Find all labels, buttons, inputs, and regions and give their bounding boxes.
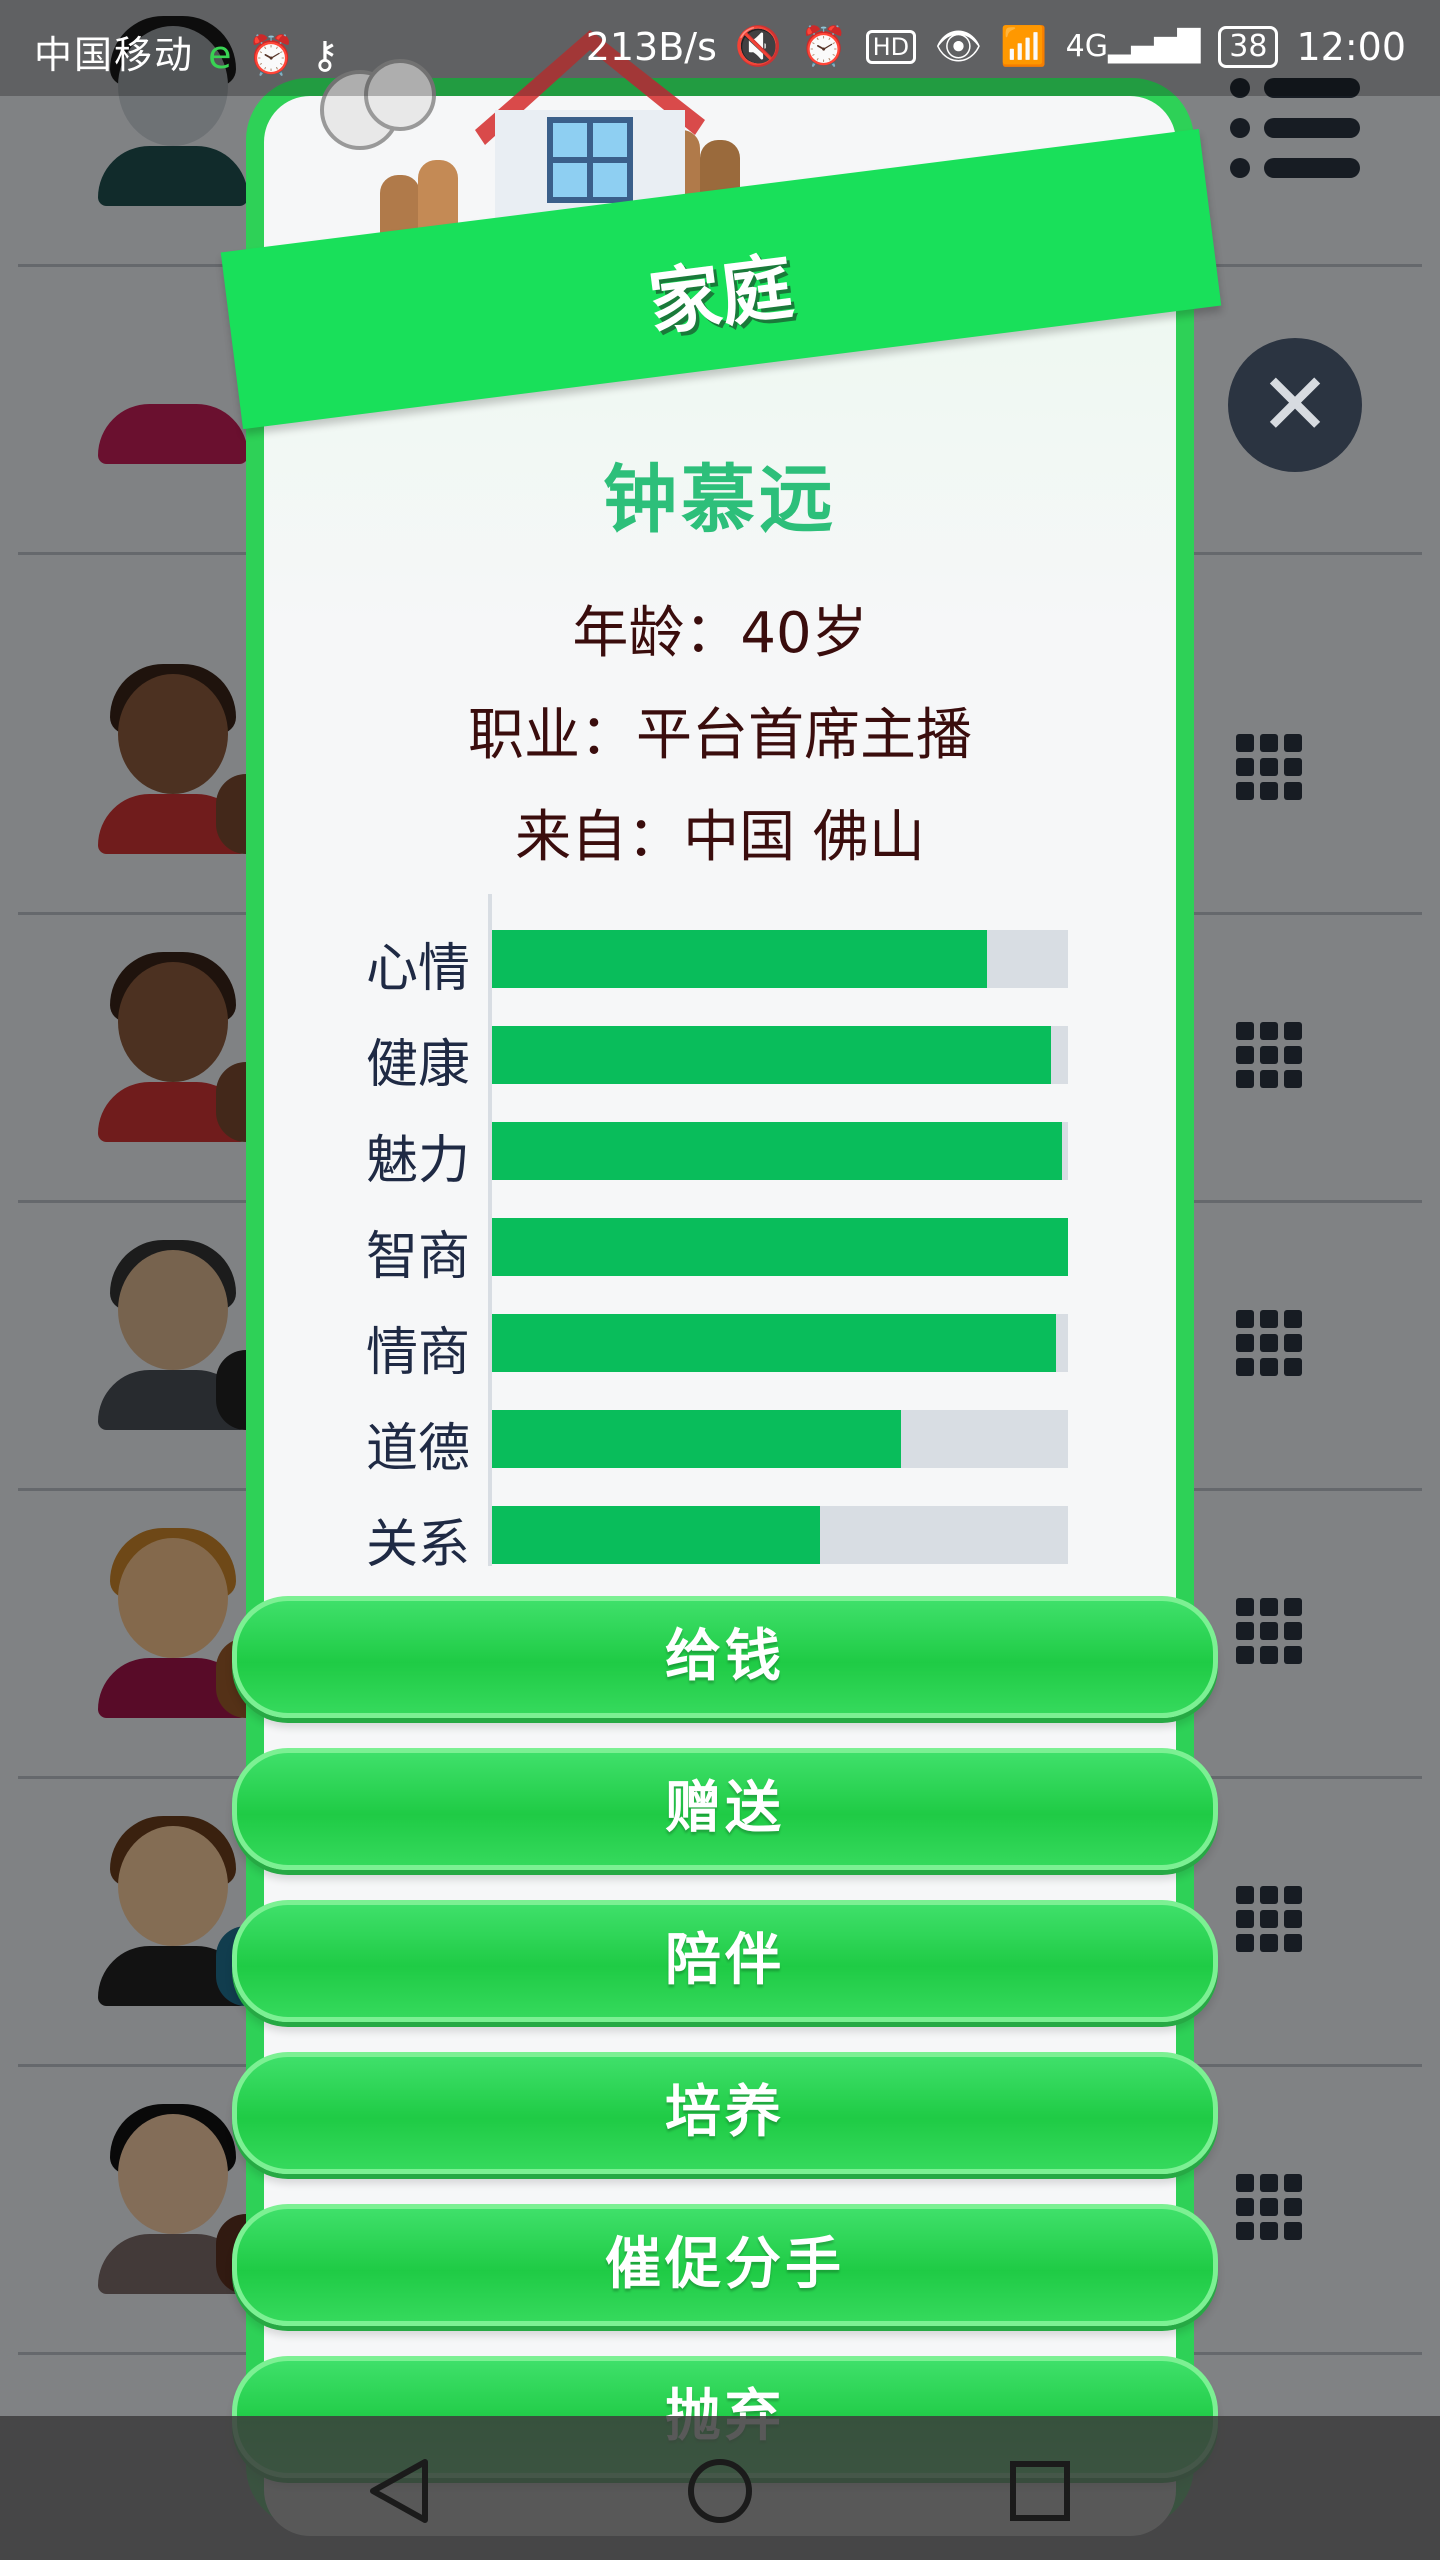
stat-label: 关系 [365, 1515, 470, 1575]
signal-4g-icon: 4G▂▄▆█ [1065, 29, 1201, 64]
stat-bar [492, 1218, 1068, 1276]
stat-row-charm: 魅力 [360, 1086, 1070, 1191]
close-button[interactable]: ✕ [1228, 338, 1362, 472]
stat-row-iq: 智商 [360, 1182, 1070, 1287]
age-value: 40岁 [740, 601, 868, 666]
stat-fill [492, 1506, 821, 1564]
age-label: 年龄： [572, 601, 741, 666]
home-icon[interactable] [685, 2456, 755, 2526]
job-label: 职业： [468, 703, 636, 768]
stat-label: 心情 [365, 939, 470, 999]
urge-breakup-button[interactable]: 催促分手 [232, 2204, 1218, 2326]
stat-bar [492, 1314, 1068, 1372]
net-speed: 213B/s [585, 24, 717, 69]
carrier-name: 中国移动 [34, 33, 195, 77]
navigation-bar [0, 2416, 1440, 2560]
stat-row-relationship: 关系 [360, 1470, 1070, 1575]
stat-bar [492, 1026, 1068, 1084]
stat-label: 健康 [365, 1035, 470, 1095]
stat-fill [492, 1026, 1051, 1084]
stat-row-eq: 情商 [360, 1278, 1070, 1383]
nurture-button[interactable]: 培养 [232, 2052, 1218, 2174]
hd-icon: HD [865, 29, 917, 64]
wifi-icon: 📶 [1000, 24, 1048, 68]
stat-fill [492, 1122, 1063, 1180]
time: 12:00 [1296, 24, 1406, 69]
close-icon: ✕ [1258, 355, 1332, 455]
mute-icon: 🔇 [734, 24, 783, 68]
origin-value: 中国 佛山 [683, 805, 925, 870]
stat-row-morality: 道德 [360, 1374, 1070, 1479]
stat-fill [492, 1410, 901, 1468]
person-name: 钟慕远 [603, 457, 837, 543]
stat-bar [492, 1410, 1068, 1468]
gift-button[interactable]: 赠送 [232, 1748, 1218, 1870]
status-bar: 中国移动 e ⏰ ⚷ 213B/s 🔇 ⏰ HD 👁 📶 4G▂▄▆█ 38 1… [0, 0, 1440, 96]
stat-label: 智商 [365, 1227, 470, 1287]
stat-fill [492, 1314, 1057, 1372]
alarm-icon: ⏰ [247, 33, 297, 77]
stat-fill [492, 1218, 1068, 1276]
stat-row-mood: 心情 [360, 894, 1070, 999]
job-line: 职业：平台首席主播 [246, 690, 1194, 771]
stat-bar [492, 1506, 1068, 1564]
back-icon[interactable] [365, 2456, 435, 2526]
stat-bar [492, 1122, 1068, 1180]
stat-bar [492, 930, 1068, 988]
job-value: 平台首席主播 [636, 703, 972, 768]
give-money-button[interactable]: 给钱 [232, 1596, 1218, 1718]
eye-icon: 👁 [934, 24, 983, 68]
alarm-icon: ⏰ [800, 24, 848, 68]
key-icon: ⚷ [311, 33, 341, 77]
battery-icon: 38 [1218, 25, 1279, 68]
recents-icon[interactable] [1005, 2456, 1075, 2526]
age-line: 年龄：40岁 [246, 588, 1194, 669]
stat-label: 情商 [365, 1323, 470, 1383]
stat-row-health: 健康 [360, 990, 1070, 1095]
browser-e-icon: e [208, 33, 234, 77]
stat-label: 道德 [365, 1419, 470, 1479]
accompany-button[interactable]: 陪伴 [232, 1900, 1218, 2022]
carrier-label: 中国移动 e ⏰ ⚷ [34, 24, 341, 79]
origin-line: 来自：中国 佛山 [246, 792, 1194, 873]
origin-label: 来自： [515, 805, 684, 870]
stat-label: 魅力 [365, 1131, 470, 1191]
status-icons: 213B/s 🔇 ⏰ HD 👁 📶 4G▂▄▆█ 38 12:00 [586, 24, 1406, 69]
stat-fill [492, 930, 988, 988]
